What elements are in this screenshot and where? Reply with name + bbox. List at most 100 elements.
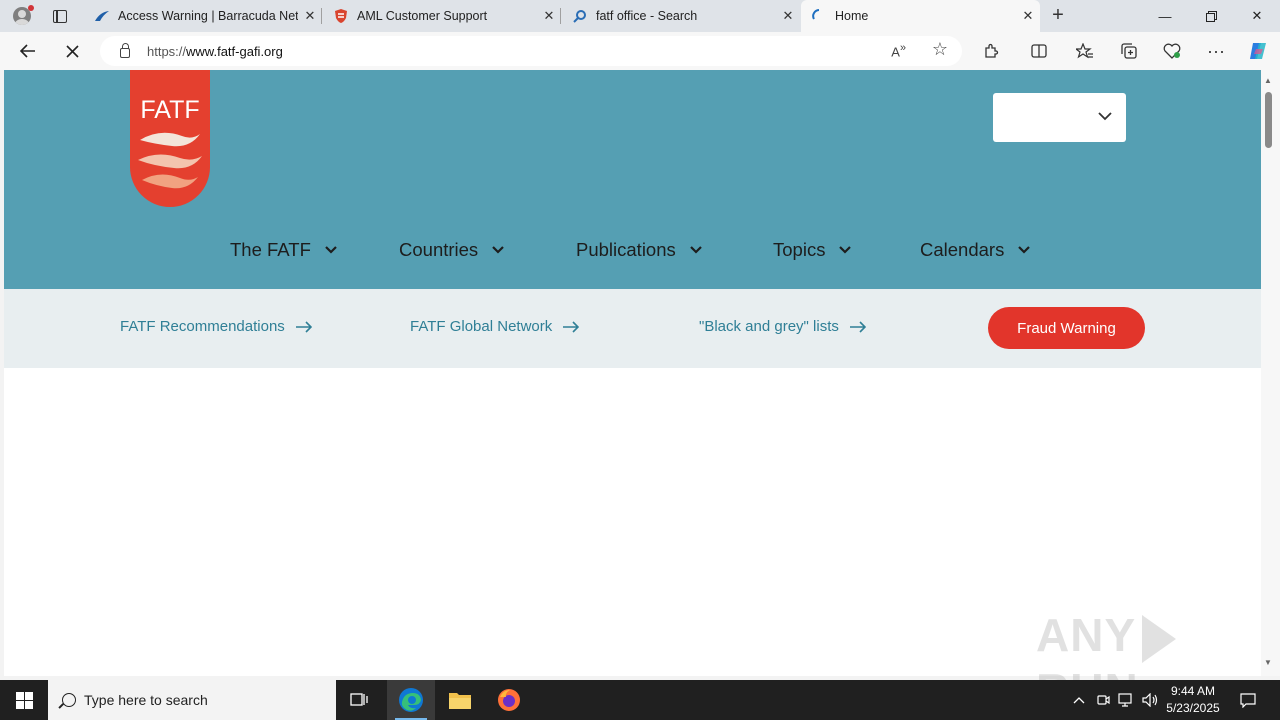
favorite-star-icon[interactable]: ☆ bbox=[932, 39, 948, 60]
notifications-button[interactable] bbox=[1234, 680, 1262, 720]
link-fatf-recommendations[interactable]: FATF Recommendations bbox=[120, 318, 312, 335]
main-navigation: The FATF Countries Publications Topics C… bbox=[4, 236, 1261, 264]
nav-label: Topics bbox=[773, 239, 826, 260]
nav-label: Calendars bbox=[920, 239, 1005, 260]
close-tab-icon[interactable]: ✕ bbox=[1016, 8, 1040, 24]
chevron-down-icon bbox=[689, 246, 702, 254]
logo-text: FATF bbox=[140, 96, 199, 124]
close-tab-icon[interactable]: ✕ bbox=[537, 8, 561, 24]
fraud-warning-button[interactable]: Fraud Warning bbox=[988, 307, 1145, 349]
meet-now-icon[interactable] bbox=[1093, 680, 1113, 720]
firefox-icon bbox=[498, 689, 520, 711]
stop-loading-button[interactable] bbox=[56, 35, 88, 67]
page-scrollbar[interactable]: ▲ ▼ bbox=[1261, 70, 1280, 676]
tab-actions-icon bbox=[53, 9, 67, 23]
link-label: FATF Recommendations bbox=[120, 318, 285, 335]
nav-calendars[interactable]: Calendars bbox=[920, 236, 1031, 264]
minimize-button[interactable]: — bbox=[1142, 0, 1188, 32]
nav-label: The FATF bbox=[230, 239, 311, 260]
more-options-icon[interactable]: ··· bbox=[1203, 38, 1229, 64]
search-icon bbox=[572, 8, 588, 24]
scroll-up-icon[interactable]: ▲ bbox=[1264, 76, 1272, 85]
nav-topics[interactable]: Topics bbox=[773, 236, 852, 264]
favorites-icon[interactable] bbox=[1071, 38, 1097, 64]
tab-barracuda[interactable]: Access Warning | Barracuda Netw ✕ bbox=[84, 0, 322, 32]
restore-button[interactable] bbox=[1188, 0, 1234, 32]
tab-separator bbox=[321, 8, 322, 24]
taskbar-file-explorer[interactable] bbox=[436, 680, 484, 720]
chevron-down-icon bbox=[839, 246, 852, 254]
network-icon[interactable] bbox=[1116, 680, 1136, 720]
taskbar-search-box[interactable]: Type here to search bbox=[48, 680, 336, 720]
show-hidden-icons[interactable] bbox=[1068, 680, 1090, 720]
tab-title: Home bbox=[835, 9, 869, 23]
shield-icon bbox=[333, 8, 349, 24]
tab-title: AML Customer Support bbox=[357, 9, 488, 23]
close-tab-icon[interactable]: ✕ bbox=[776, 8, 800, 24]
arrow-right-icon bbox=[849, 320, 866, 333]
extensions-icon[interactable] bbox=[978, 38, 1004, 64]
link-label: "Black and grey" lists bbox=[699, 318, 839, 335]
site-header: FATF The FATF Countries Publications Top… bbox=[4, 70, 1261, 289]
windows-logo-icon bbox=[15, 691, 33, 709]
chevron-down-icon bbox=[492, 246, 504, 254]
system-clock[interactable]: 9:44 AM 5/23/2025 bbox=[1160, 683, 1226, 717]
play-icon bbox=[1142, 614, 1177, 663]
lock-icon bbox=[120, 43, 130, 58]
close-window-button[interactable]: ✕ bbox=[1234, 0, 1280, 32]
profile-button[interactable] bbox=[0, 0, 44, 32]
fatf-logo[interactable]: FATF bbox=[130, 70, 210, 207]
tab-home[interactable]: Home ✕ bbox=[801, 0, 1040, 32]
edge-icon bbox=[399, 688, 423, 712]
restore-icon bbox=[1205, 10, 1217, 22]
nav-label: Publications bbox=[576, 239, 676, 260]
tab-actions-button[interactable] bbox=[44, 0, 76, 32]
chevron-down-icon bbox=[325, 246, 337, 254]
chevron-down-icon bbox=[1098, 112, 1112, 121]
nav-the-fatf[interactable]: The FATF bbox=[230, 236, 337, 264]
volume-icon[interactable] bbox=[1140, 680, 1162, 720]
page-viewport: FATF The FATF Countries Publications Top… bbox=[4, 70, 1261, 676]
stop-icon bbox=[65, 44, 79, 58]
chevron-down-icon bbox=[1018, 246, 1031, 254]
taskbar-edge[interactable] bbox=[387, 680, 435, 720]
search-icon bbox=[62, 693, 76, 707]
search-placeholder: Type here to search bbox=[84, 692, 208, 708]
collections-icon[interactable] bbox=[1116, 38, 1142, 64]
tab-aml-support[interactable]: AML Customer Support ✕ bbox=[323, 0, 561, 32]
tab-search[interactable]: fatf office - Search ✕ bbox=[562, 0, 800, 32]
back-arrow-icon bbox=[20, 44, 35, 58]
nav-countries[interactable]: Countries bbox=[399, 236, 504, 264]
watermark-left: ANY bbox=[1036, 609, 1137, 661]
new-tab-button[interactable]: + bbox=[1046, 4, 1070, 28]
taskbar: Type here to search 9:44 AM 5/23/2025 bbox=[0, 680, 1280, 720]
barracuda-icon bbox=[94, 8, 110, 24]
tab-separator bbox=[560, 8, 561, 24]
copilot-icon[interactable] bbox=[1245, 38, 1271, 64]
task-view-button[interactable] bbox=[336, 680, 384, 720]
start-button[interactable] bbox=[0, 680, 48, 720]
tab-title: fatf office - Search bbox=[596, 9, 698, 23]
task-view-icon bbox=[350, 693, 368, 706]
arrow-right-icon bbox=[295, 320, 312, 333]
arrow-right-icon bbox=[563, 320, 580, 333]
clock-time: 9:44 AM bbox=[1170, 684, 1216, 698]
clock-date: 5/23/2025 bbox=[1166, 701, 1220, 715]
chevron-up-icon bbox=[1073, 697, 1085, 704]
close-tab-icon[interactable]: ✕ bbox=[298, 8, 322, 24]
folder-icon bbox=[449, 693, 471, 709]
scrollbar-thumb[interactable] bbox=[1265, 92, 1272, 148]
link-black-and-grey-lists[interactable]: "Black and grey" lists bbox=[699, 318, 866, 335]
split-screen-icon[interactable] bbox=[1026, 38, 1052, 64]
tab-title: Access Warning | Barracuda Netw bbox=[118, 9, 298, 23]
browser-essentials-icon[interactable] bbox=[1159, 38, 1185, 64]
nav-publications[interactable]: Publications bbox=[576, 236, 702, 264]
link-fatf-global-network[interactable]: FATF Global Network bbox=[410, 318, 580, 335]
address-bar[interactable]: https://www.fatf-gafi.org A» ☆ bbox=[100, 36, 962, 66]
read-aloud-icon[interactable]: A» bbox=[891, 42, 906, 59]
quick-links-bar: FATF Recommendations FATF Global Network… bbox=[4, 289, 1261, 368]
link-label: FATF Global Network bbox=[410, 318, 553, 335]
language-select[interactable] bbox=[993, 93, 1126, 142]
back-button[interactable] bbox=[12, 35, 44, 67]
taskbar-firefox[interactable] bbox=[485, 680, 533, 720]
